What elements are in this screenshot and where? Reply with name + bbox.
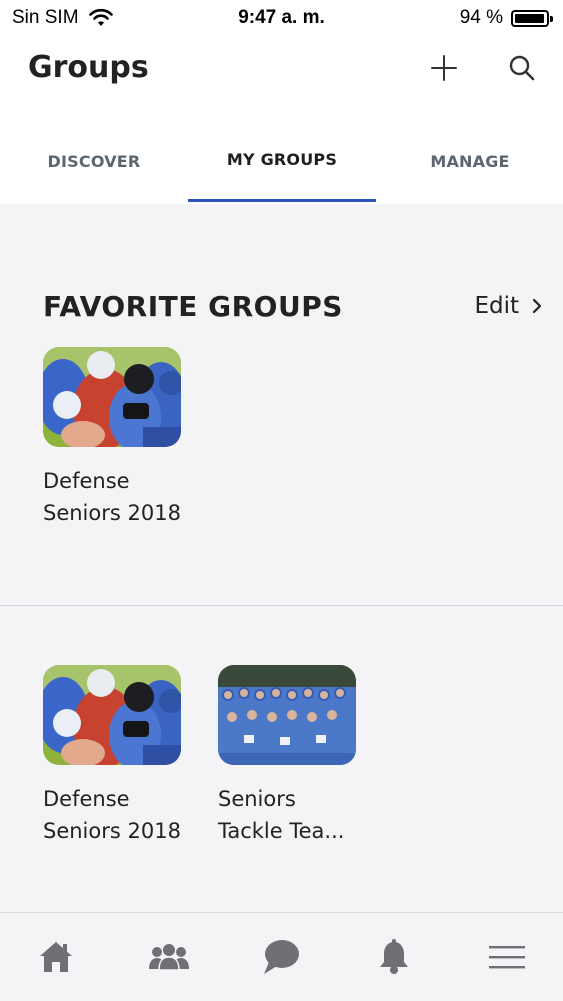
tab-home[interactable] [0,913,113,1001]
tab-my-groups-label: MY GROUPS [226,150,338,169]
bottom-tab-bar [0,912,563,1001]
tab-menu[interactable] [450,913,563,1001]
group-name-line2: Tackle Tea... [218,819,345,843]
page-title: Groups [28,50,149,85]
group-name-line2: Seniors 2018 [43,501,181,525]
menu-icon [488,946,525,969]
favorite-groups-header: FAVORITE GROUPS Edit [43,290,543,330]
edit-label: Edit [474,293,519,319]
plus-icon [431,55,457,81]
search-icon [509,55,535,81]
status-bar: Sin SIM 9:47 a. m. 94 % [0,0,563,36]
group-name-line1: Defense [43,787,130,811]
favorite-groups-title: FAVORITE GROUPS [43,290,343,323]
battery-percent: 94 % [459,7,503,28]
tab-discover-label: DISCOVER [47,152,141,171]
group-name-line2: Seniors 2018 [43,819,181,843]
favorite-group-card[interactable]: Defense Seniors 2018 [43,347,183,529]
group-card[interactable]: Seniors Tackle Tea... [218,665,358,847]
bell-icon [380,939,409,974]
search-button[interactable] [502,48,542,88]
tab-bar-top: DISCOVER MY GROUPS MANAGE [0,136,563,204]
group-name: Defense Seniors 2018 [43,465,203,529]
team-photo [218,665,356,765]
battery-status: 94 % [459,7,553,29]
group-name-line1: Defense [43,469,130,493]
chat-icon [264,940,300,974]
football-tackle-photo [43,347,181,447]
tab-discover[interactable]: DISCOVER [0,136,188,204]
people-icon [148,944,189,971]
tab-manage[interactable]: MANAGE [376,136,563,204]
tab-chat[interactable] [225,913,338,1001]
group-card[interactable]: Defense Seniors 2018 [43,665,183,847]
edit-favorites-button[interactable]: Edit [474,293,543,319]
section-divider [0,605,563,606]
app-header: Groups DISCOVER MY GROUPS MANAGE [0,36,563,204]
group-name: Seniors Tackle Tea... [218,783,378,847]
battery-icon [511,9,553,27]
home-icon [40,942,73,972]
group-name-line1: Seniors [218,787,296,811]
tab-groups[interactable] [113,913,226,1001]
tab-my-groups[interactable]: MY GROUPS [188,136,376,204]
football-tackle-photo [43,665,181,765]
battery-fill [515,13,544,23]
add-group-button[interactable] [424,48,464,88]
active-tab-indicator [188,199,376,202]
tab-manage-label: MANAGE [430,152,510,171]
group-name: Defense Seniors 2018 [43,783,203,847]
chevron-right-icon [532,298,542,314]
tab-notifications[interactable] [338,913,451,1001]
